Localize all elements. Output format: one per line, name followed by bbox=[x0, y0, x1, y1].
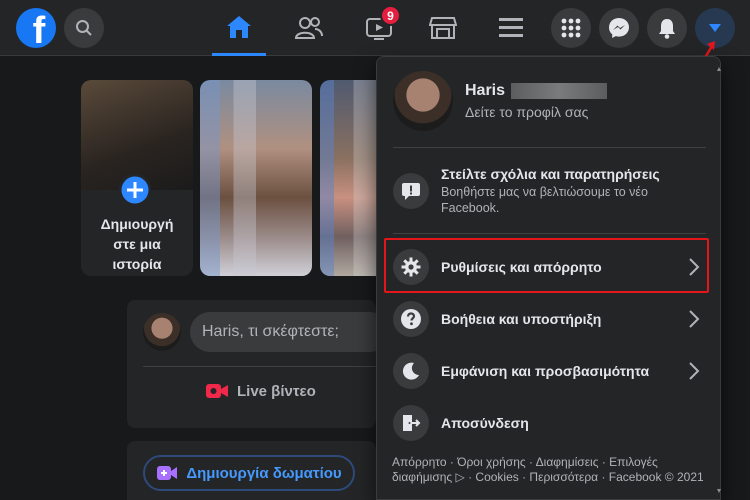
profile-avatar bbox=[393, 71, 453, 131]
facebook-logo[interactable]: f bbox=[16, 8, 56, 48]
friends-icon bbox=[295, 17, 323, 39]
menu-scrollbar[interactable] bbox=[716, 65, 722, 495]
apps-menu-button[interactable] bbox=[551, 8, 591, 48]
tab-friends[interactable] bbox=[282, 0, 336, 56]
search-icon bbox=[76, 20, 92, 36]
chevron-right-icon bbox=[689, 362, 700, 380]
give-feedback-item[interactable]: Στείλτε σχόλια και παρατηρήσεις Βοηθήστε… bbox=[385, 159, 714, 223]
live-video-icon bbox=[206, 384, 228, 398]
tab-marketplace[interactable] bbox=[416, 0, 470, 56]
add-story-plus-icon[interactable] bbox=[119, 174, 151, 206]
story-card[interactable] bbox=[200, 80, 312, 276]
create-room-label: Δημιουργία δωματίου bbox=[186, 464, 342, 482]
grid-icon bbox=[561, 18, 581, 38]
search-button[interactable] bbox=[64, 8, 104, 48]
redacted-surname bbox=[511, 83, 608, 99]
question-icon bbox=[393, 301, 429, 337]
display-accessibility-label: Εμφάνιση και προσβασιμότητα bbox=[441, 363, 650, 379]
marketplace-icon bbox=[429, 17, 457, 39]
feedback-title: Στείλτε σχόλια και παρατηρήσεις bbox=[441, 166, 660, 182]
whats-on-your-mind-input[interactable]: Haris, τι σκέφτεστε; bbox=[190, 312, 390, 352]
story-card[interactable] bbox=[320, 80, 376, 276]
view-profile-item[interactable]: Haris Δείτε το προφίλ σας bbox=[385, 65, 714, 137]
video-plus-icon bbox=[157, 466, 178, 480]
avatar[interactable] bbox=[143, 313, 181, 351]
messenger-icon bbox=[609, 18, 629, 38]
chevron-right-icon bbox=[689, 310, 700, 328]
divider bbox=[393, 147, 706, 148]
home-icon bbox=[227, 15, 251, 38]
watch-notification-badge: 9 bbox=[380, 5, 401, 26]
profile-name: Haris bbox=[465, 82, 608, 100]
feedback-subtitle: Βοηθήστε μας να βελτιώσουμε το νέο Faceb… bbox=[441, 185, 648, 215]
notifications-button[interactable] bbox=[647, 8, 687, 48]
log-out-label: Αποσύνδεση bbox=[441, 415, 529, 431]
divider bbox=[393, 233, 706, 234]
tab-menu[interactable] bbox=[484, 0, 538, 56]
live-video-label: Live βίντεο bbox=[237, 382, 316, 400]
top-navigation-bar: f 9 bbox=[0, 0, 750, 56]
hamburger-icon bbox=[499, 18, 523, 37]
divider bbox=[143, 366, 376, 367]
menu-footer-links[interactable]: Απόρρητο · Όροι χρήσης · Διαφημίσεις · Ε… bbox=[392, 455, 704, 485]
messenger-button[interactable] bbox=[599, 8, 639, 48]
log-out-item[interactable]: Αποσύνδεση bbox=[385, 397, 714, 449]
create-story-label: Δημιουργή στε μια ιστορία bbox=[100, 216, 174, 272]
help-support-item[interactable]: Βοήθεια και υποστήριξη bbox=[385, 293, 714, 345]
logout-icon bbox=[393, 405, 429, 441]
live-video-button[interactable]: Live βίντεο bbox=[205, 382, 316, 400]
display-accessibility-item[interactable]: Εμφάνιση και προσβασιμότητα bbox=[385, 345, 714, 397]
bell-icon bbox=[659, 19, 675, 39]
view-profile-link: Δείτε το προφίλ σας bbox=[465, 104, 589, 120]
feedback-icon bbox=[393, 173, 429, 209]
tab-home[interactable] bbox=[212, 0, 266, 56]
settings-highlight-box bbox=[384, 238, 709, 293]
caret-down-icon bbox=[709, 24, 721, 32]
create-room-button[interactable]: Δημιουργία δωματίου bbox=[143, 455, 355, 491]
moon-icon bbox=[393, 353, 429, 389]
help-support-label: Βοήθεια και υποστήριξη bbox=[441, 311, 602, 327]
